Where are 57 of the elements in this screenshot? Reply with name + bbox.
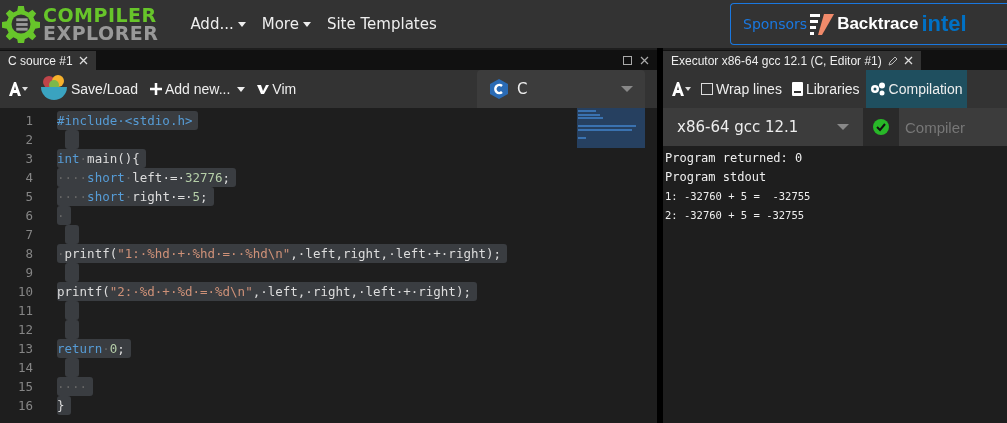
tab-title: Executor x86-64 gcc 12.1 (C, Editor #1) xyxy=(671,53,882,68)
sponsor-name[interactable]: Backtrace xyxy=(837,14,919,34)
compiler-options-field[interactable]: Compiler xyxy=(899,108,1007,146)
add-new-button[interactable]: Add new... xyxy=(145,70,250,108)
executor-tab[interactable]: Executor x86-64 gcc 12.1 (C, Editor #1) xyxy=(663,51,921,70)
line-number: 16 xyxy=(16,398,33,413)
line-number: 7 xyxy=(24,227,33,242)
output-line: 1: -32760 + 5 = -32755 xyxy=(665,189,812,204)
success-icon xyxy=(873,119,889,135)
c-language-icon xyxy=(489,79,509,99)
line-number: 6 xyxy=(24,208,33,223)
toolbar-button[interactable]: Compilation xyxy=(865,70,967,108)
plus-icon xyxy=(149,83,162,95)
compiler-select[interactable]: x86-64 gcc 12.1 xyxy=(663,108,863,146)
line-number: 12 xyxy=(16,322,33,337)
line-number: 11 xyxy=(16,303,33,318)
close-icon[interactable] xyxy=(640,56,649,65)
output-heading: Program returned: 0 xyxy=(665,150,804,167)
save-load-button[interactable]: Save/Load xyxy=(36,70,142,108)
line-number: 10 xyxy=(16,284,33,299)
line-number: 15 xyxy=(16,379,33,394)
vim-icon xyxy=(257,84,270,94)
logo-subtitle: EXPLORER xyxy=(43,24,159,42)
output-heading: Program stdout xyxy=(665,169,768,186)
menu-button[interactable]: Add... xyxy=(182,15,254,33)
line-number: 1 xyxy=(24,113,33,128)
editor-tab[interactable]: C source #1 xyxy=(0,51,96,70)
line-number: 14 xyxy=(16,360,33,375)
line-number: 4 xyxy=(24,170,33,185)
line-number: 9 xyxy=(24,265,33,280)
output-line: 2: -32760 + 5 = -32755 xyxy=(665,208,806,223)
vim-button[interactable]: Vim xyxy=(253,70,301,108)
line-number: 8 xyxy=(24,246,33,261)
pencil-icon[interactable] xyxy=(887,55,898,66)
line-number: 2 xyxy=(24,132,33,147)
line-number: 3 xyxy=(24,151,33,166)
toolbar-button[interactable]: Libraries xyxy=(787,70,864,108)
caret-icon xyxy=(237,86,246,92)
line-number: 13 xyxy=(16,341,33,356)
font-icon xyxy=(8,82,28,96)
menu-button[interactable]: Site Templates xyxy=(318,15,445,33)
sponsors-label: Sponsors xyxy=(743,16,808,32)
line-number: 5 xyxy=(24,189,33,204)
font-icon xyxy=(671,82,691,96)
language-select[interactable]: C xyxy=(477,70,645,108)
backtrace-logo-icon xyxy=(810,12,835,36)
book-icon xyxy=(791,82,803,96)
menu-button[interactable]: More xyxy=(253,15,319,33)
minimap xyxy=(577,108,645,148)
toolbar-button[interactable]: Wrap lines xyxy=(697,70,786,108)
logo-title: COMPILER xyxy=(43,6,158,24)
caret-icon xyxy=(837,124,849,130)
gears-icon xyxy=(869,82,886,96)
maximize-icon[interactable] xyxy=(623,56,632,65)
tab-title: C source #1 xyxy=(8,53,73,68)
selection-highlight xyxy=(65,225,79,244)
caret-icon xyxy=(621,86,633,92)
